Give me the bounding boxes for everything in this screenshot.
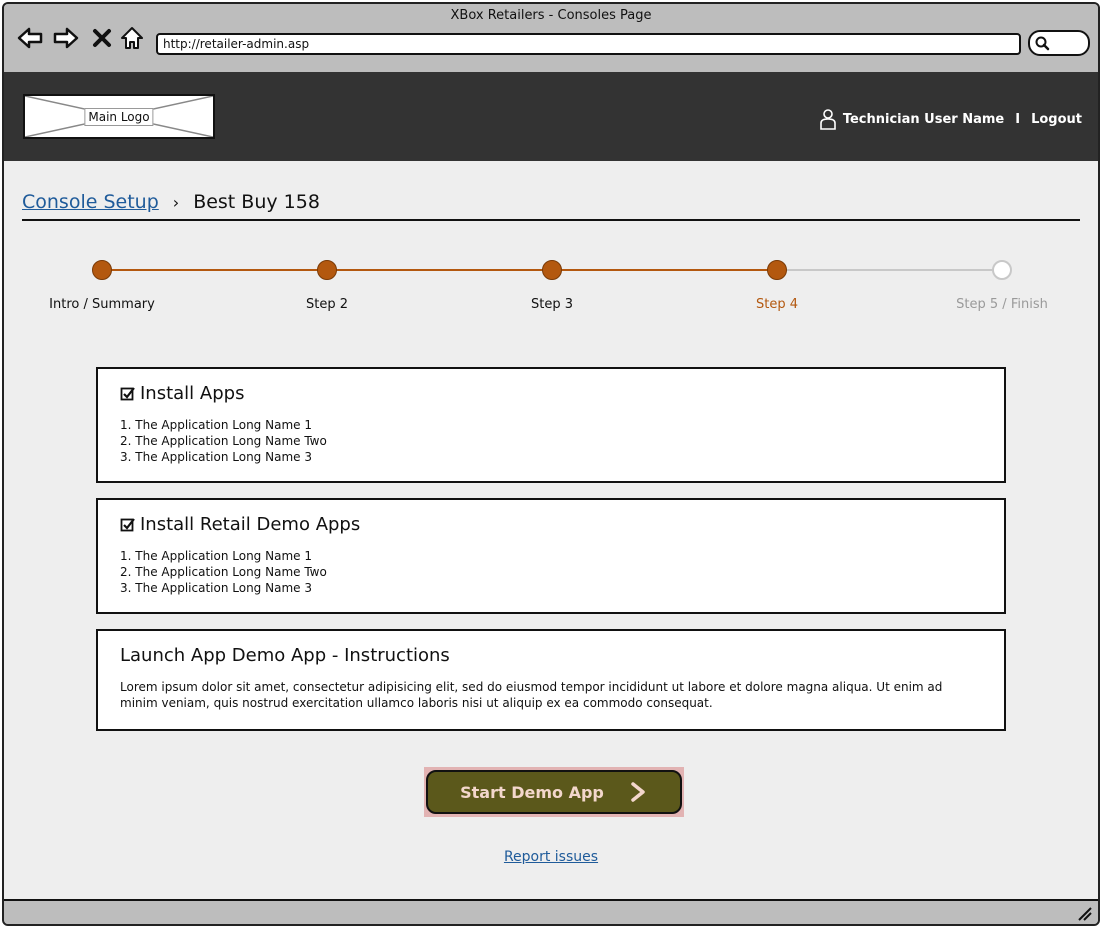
breadcrumb: Console Setup › Best Buy 158 (22, 191, 320, 213)
logout-link[interactable]: Logout (1031, 112, 1082, 127)
install-retail-demo-panel: Install Retail Demo Apps 1. The Applicat… (96, 498, 1006, 614)
report-issues-link[interactable]: Report issues (504, 849, 598, 865)
instructions-panel: Launch App Demo App - Instructions Lorem… (96, 629, 1006, 731)
start-demo-app-button[interactable]: Start Demo App (424, 767, 684, 817)
panel-heading: Install Retail Demo Apps (140, 514, 361, 535)
step-indicator-5[interactable] (992, 260, 1012, 280)
step-label-2: Step 2 (305, 297, 349, 312)
step-label-5: Step 5 / Finish (956, 297, 1048, 312)
checkbox-checked-icon[interactable] (120, 386, 136, 402)
list-item: 3. The Application Long Name 3 (120, 581, 312, 595)
step-indicator-4[interactable] (767, 260, 787, 280)
panel-heading: Install Apps (140, 383, 245, 404)
instructions-body: Lorem ipsum dolor sit amet, consectetur … (120, 680, 943, 710)
install-retail-list: 1. The Application Long Name 1 2. The Ap… (120, 548, 327, 596)
header-separator: I (1015, 111, 1021, 127)
list-item: 1. The Application Long Name 1 (120, 549, 312, 563)
user-icon (820, 109, 836, 130)
user-menu: Technician User Name I Logout (819, 108, 1082, 130)
list-item: 2. The Application Long Name Two (120, 434, 327, 448)
step-label-3: Step 3 (530, 297, 574, 312)
install-apps-list: 1. The Application Long Name 1 2. The Ap… (120, 417, 327, 465)
stepper-connector (327, 269, 552, 271)
checkbox-checked-icon[interactable] (120, 517, 136, 533)
app-header: Main Logo Technician User Name I Logout (4, 72, 1098, 161)
close-icon[interactable] (88, 24, 116, 52)
install-retail-title: Install Retail Demo Apps (120, 514, 360, 535)
user-name[interactable]: Technician User Name (843, 112, 1004, 127)
forward-arrow-icon[interactable] (52, 24, 80, 52)
resize-grip-icon[interactable] (1076, 905, 1092, 921)
step-indicator-3[interactable] (542, 260, 562, 280)
chevron-right-icon (631, 782, 645, 802)
start-demo-label: Start Demo App (460, 782, 604, 802)
list-item: 1. The Application Long Name 1 (120, 418, 312, 432)
back-arrow-icon[interactable] (16, 24, 44, 52)
stepper-connector (102, 269, 327, 271)
main-logo[interactable]: Main Logo (23, 94, 215, 139)
home-icon[interactable] (118, 24, 146, 52)
main-content: Console Setup › Best Buy 158 Intro / Sum… (4, 161, 1098, 899)
step-indicator-2[interactable] (317, 260, 337, 280)
stepper-connector (777, 269, 1002, 271)
instructions-title: Launch App Demo App - Instructions (120, 645, 450, 666)
step-indicator-1[interactable] (92, 260, 112, 280)
url-bar[interactable]: http://retailer-admin.asp (156, 33, 1021, 55)
browser-status-bar (4, 899, 1098, 924)
breadcrumb-link-console-setup[interactable]: Console Setup (22, 191, 159, 213)
browser-window: XBox Retailers - Consoles Page http://re… (2, 2, 1100, 926)
title-divider (22, 219, 1080, 221)
stepper-connector (552, 269, 777, 271)
browser-chrome: XBox Retailers - Consoles Page http://re… (4, 4, 1098, 72)
chevron-right-icon: › (172, 192, 180, 212)
logo-label: Main Logo (84, 107, 154, 126)
window-title: XBox Retailers - Consoles Page (450, 8, 652, 23)
report-issues-container: Report issues (4, 849, 1098, 865)
step-label-4: Step 4 (755, 297, 799, 312)
search-icon (1035, 36, 1050, 51)
list-item: 3. The Application Long Name 3 (120, 450, 312, 464)
list-item: 2. The Application Long Name Two (120, 565, 327, 579)
install-apps-title: Install Apps (120, 383, 244, 404)
install-apps-panel: Install Apps 1. The Application Long Nam… (96, 367, 1006, 483)
step-label-1: Intro / Summary (49, 297, 155, 312)
breadcrumb-current: Best Buy 158 (193, 191, 320, 213)
start-demo-app-button-face[interactable]: Start Demo App (426, 770, 682, 814)
browser-search[interactable] (1028, 30, 1090, 56)
